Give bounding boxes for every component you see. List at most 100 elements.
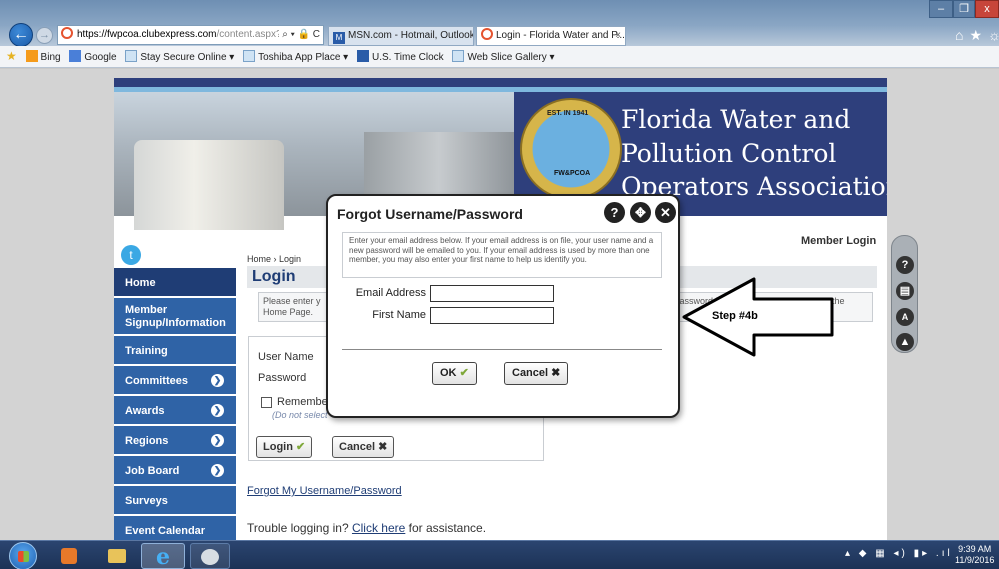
site-favicon-icon	[481, 28, 493, 40]
dialog-cancel-button[interactable]: Cancel ✖	[504, 362, 569, 385]
email-address-input[interactable]	[430, 285, 554, 302]
home-favorites-settings-icons[interactable]: ⌂★☼	[955, 27, 999, 44]
trouble-logging-in: Trouble logging in? Click here for assis…	[247, 521, 486, 535]
sidebar-item-committees[interactable]: Committees ❯	[114, 366, 236, 396]
member-login-label[interactable]: Member Login	[801, 235, 876, 247]
sidebar-item-training[interactable]: Training	[114, 336, 236, 366]
favorite-google[interactable]: Google	[69, 47, 117, 68]
close-icon[interactable]: ✕	[655, 202, 676, 223]
chevron-right-icon[interactable]: ❯	[211, 374, 224, 387]
favorite-stay-secure[interactable]: Stay Secure Online ▾	[125, 47, 234, 68]
windows-taskbar: e ▴ ◆ ▦ ◂) ▮▸ .ıl 9:39 AM 11/9/2016	[0, 540, 999, 569]
login-button-label: Login	[263, 441, 293, 453]
favorite-web-slice[interactable]: Web Slice Gallery ▾	[452, 47, 555, 68]
chevron-right-icon[interactable]: ❯	[211, 404, 224, 417]
sidebar-item-event-calendar[interactable]: Event Calendar	[114, 516, 236, 540]
help-icon[interactable]: ?	[896, 256, 914, 274]
tab-msn[interactable]: MMSN.com - Hotmail, Outlook, ...	[328, 26, 474, 46]
sidebar-item-regions[interactable]: Regions ❯	[114, 426, 236, 456]
paint-icon	[201, 549, 219, 566]
ie-page-icon	[452, 50, 465, 62]
address-host: https://fwpcoa.clubexpress.com	[77, 29, 217, 40]
dialog-instructions: Enter your email address below. If your …	[342, 232, 662, 278]
back-button[interactable]: ←	[9, 23, 33, 47]
system-clock[interactable]: 9:39 AM 11/9/2016	[955, 544, 994, 566]
internet-explorer-button[interactable]: e	[141, 543, 185, 569]
sidebar-item-member-signup[interactable]: Member Signup/Information	[114, 298, 236, 336]
email-address-label: Email Address	[355, 287, 426, 299]
password-label: Password	[258, 372, 307, 384]
favorite-label: Bing	[40, 52, 61, 63]
address-tools[interactable]: ⌕ ▾ 🔒 C	[279, 26, 320, 44]
forward-button[interactable]: →	[36, 27, 53, 44]
font-size-icon[interactable]: A	[896, 308, 914, 326]
start-button[interactable]	[9, 542, 37, 569]
ok-button[interactable]: OK ✔	[432, 362, 477, 385]
system-tray-icons[interactable]: ▴ ◆ ▦ ◂) ▮▸ .ıl	[845, 548, 953, 559]
help-icon[interactable]: ?	[604, 202, 625, 223]
sidebar-item-label: Awards	[125, 405, 165, 417]
association-logo[interactable]: EST. IN 1941 FW&PCOA	[520, 98, 622, 200]
cancel-button[interactable]: Cancel ✖	[332, 436, 395, 458]
chevron-right-icon[interactable]: ❯	[211, 434, 224, 447]
address-bar[interactable]: https://fwpcoa.clubexpress.com/content.a…	[57, 25, 324, 45]
favorites-star-icon[interactable]: ★	[6, 46, 17, 67]
sidebar-item-surveys[interactable]: Surveys	[114, 486, 236, 516]
favorite-label: Toshiba App Place ▾	[258, 52, 349, 63]
checkmark-icon: ✔	[459, 367, 469, 379]
minimize-button[interactable]: –	[929, 0, 953, 18]
tab-login[interactable]: Login - Florida Water and P... ×	[476, 26, 626, 46]
remember-me-checkbox[interactable]	[261, 397, 272, 408]
remember-me-label: Remembe	[277, 396, 328, 408]
favorite-label: Stay Secure Online ▾	[140, 52, 235, 63]
sidebar-item-label: Home	[125, 277, 156, 289]
trouble-text: Trouble logging in?	[247, 521, 352, 535]
breadcrumb[interactable]: Home › Login	[247, 254, 301, 264]
sidebar-nav: Home Member Signup/Information Training …	[114, 268, 236, 540]
chevron-right-icon[interactable]: ❯	[211, 464, 224, 477]
clock-time: 9:39 AM	[958, 544, 992, 554]
ie-page-icon	[125, 50, 138, 62]
favorites-bar: ★ Bing Google Stay Secure Online ▾ Toshi…	[0, 46, 999, 68]
org-name-line1: Florida Water and	[621, 105, 851, 134]
maximize-button[interactable]: ❐	[953, 0, 975, 18]
forgot-username-password-link[interactable]: Forgot My Username/Password	[247, 485, 402, 497]
sidebar-item-home[interactable]: Home	[114, 268, 236, 298]
favorite-label: Web Slice Gallery ▾	[467, 52, 555, 63]
instructions-text: Please enter y Home Page.	[263, 296, 321, 317]
print-icon[interactable]: ▤	[896, 282, 914, 300]
google-icon	[69, 50, 82, 62]
click-here-link[interactable]: Click here	[352, 521, 405, 535]
first-name-input[interactable]	[430, 307, 554, 324]
logo-abbr: FW&PCOA	[554, 170, 591, 177]
cancel-button-label: Cancel	[512, 367, 549, 379]
dialog-title: Forgot Username/Password	[337, 206, 523, 222]
sidebar-item-awards[interactable]: Awards ❯	[114, 396, 236, 426]
login-button[interactable]: Login ✔	[256, 436, 313, 458]
file-explorer-button[interactable]	[100, 543, 134, 569]
scroll-up-icon[interactable]: ▲	[896, 333, 914, 351]
media-player-icon	[61, 548, 77, 565]
favorite-toshiba[interactable]: Toshiba App Place ▾	[243, 47, 348, 68]
site-favicon-icon	[61, 27, 73, 39]
remember-me-note: (Do not select	[272, 410, 328, 420]
paint-button[interactable]	[190, 543, 230, 569]
sidebar-item-label: Committees	[125, 375, 188, 387]
close-window-button[interactable]: x	[975, 0, 999, 18]
favorite-label: Google	[84, 52, 117, 63]
page-title: Login	[252, 268, 296, 285]
media-player-button[interactable]	[52, 543, 86, 569]
sidebar-item-label: Regions	[125, 435, 169, 447]
move-icon[interactable]: ✥	[630, 202, 651, 223]
back-arrow-icon: ←	[13, 26, 29, 43]
twitter-icon[interactable]: t	[121, 245, 141, 265]
favorite-label: U.S. Time Clock	[371, 52, 444, 63]
sidebar-item-label: Job Board	[125, 465, 180, 477]
favorite-bing[interactable]: Bing	[25, 47, 61, 68]
browser-titlebar: – ❐ x ⌂★☼ ← → https://fwpcoa.clubexpress…	[0, 0, 999, 47]
favorite-time-clock[interactable]: U.S. Time Clock	[356, 47, 444, 68]
sidebar-item-job-board[interactable]: Job Board ❯	[114, 456, 236, 486]
step-annotation-arrow	[682, 277, 834, 357]
close-tab-icon[interactable]: ×	[615, 27, 621, 45]
trouble-text-suffix: for assistance.	[405, 521, 487, 535]
